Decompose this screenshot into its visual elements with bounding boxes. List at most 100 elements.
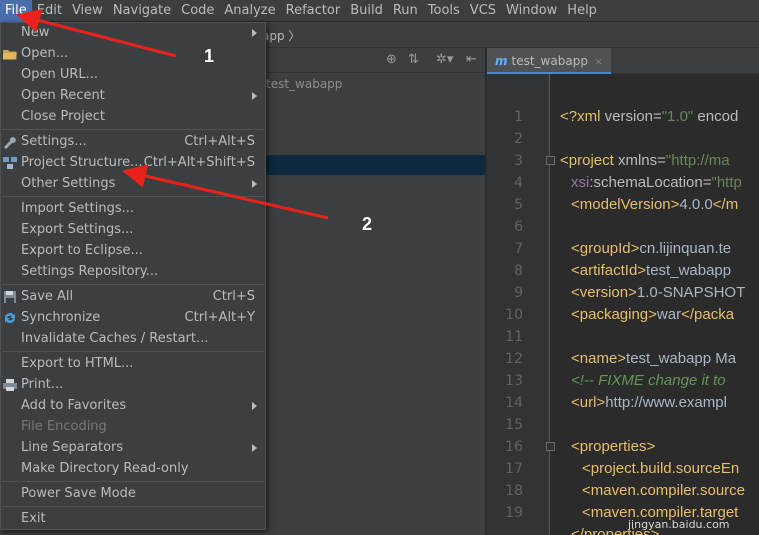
menu-item-new[interactable]: New bbox=[1, 23, 265, 44]
fold-marker[interactable] bbox=[546, 442, 555, 451]
fold-marker[interactable] bbox=[546, 156, 555, 165]
menu-vcs[interactable]: VCS bbox=[465, 0, 501, 22]
menu-shortcut: Ctrl+Alt+S bbox=[184, 134, 255, 149]
gear-icon[interactable]: ✲▾ bbox=[436, 52, 453, 67]
menu-item-project-structure[interactable]: Project Structure... Ctrl+Alt+Shift+S bbox=[1, 153, 265, 174]
annotation-number-2: 2 bbox=[362, 214, 373, 234]
breadcrumb[interactable]: app 〉 bbox=[262, 27, 300, 44]
line-number: 6 bbox=[514, 219, 523, 235]
folder-icon bbox=[3, 50, 17, 60]
line-number: 18 bbox=[505, 483, 523, 499]
code-line: <properties> bbox=[571, 438, 656, 455]
menu-bar: File Edit View Navigate Code Analyze Ref… bbox=[0, 0, 759, 22]
menu-separator bbox=[2, 481, 264, 482]
menu-item-label: Project Structure... bbox=[21, 155, 143, 170]
menu-shortcut: Ctrl+Alt+Y bbox=[184, 310, 255, 325]
menu-item-synchronize[interactable]: Synchronize Ctrl+Alt+Y bbox=[1, 308, 265, 329]
line-number: 14 bbox=[505, 395, 523, 411]
menu-item-save-all[interactable]: Save All Ctrl+S bbox=[1, 287, 265, 308]
menu-item-open[interactable]: Open... bbox=[1, 44, 265, 65]
menu-item-settings[interactable]: Settings... Ctrl+Alt+S bbox=[1, 132, 265, 153]
menu-item-power-save-mode[interactable]: Power Save Mode bbox=[1, 484, 265, 505]
code-line: <url>http://www.exampl bbox=[571, 394, 727, 411]
menu-item-add-to-favorites[interactable]: Add to Favorites bbox=[1, 396, 265, 417]
code-line: <maven.compiler.source bbox=[582, 482, 745, 499]
menu-item-make-directory-read-only[interactable]: Make Directory Read-only bbox=[1, 459, 265, 480]
menu-item-label: Export Settings... bbox=[21, 222, 134, 237]
menu-navigate[interactable]: Navigate bbox=[108, 0, 176, 22]
line-number: 1 bbox=[514, 109, 523, 125]
annotation-number-1: 1 bbox=[204, 46, 215, 66]
menu-item-label: Save All bbox=[21, 289, 74, 304]
menu-item-other-settings[interactable]: Other Settings bbox=[1, 174, 265, 195]
print-icon bbox=[3, 379, 17, 391]
menu-item-label: Print... bbox=[21, 377, 64, 392]
menu-item-line-separators[interactable]: Line Separators bbox=[1, 438, 265, 459]
menu-item-export-to-html[interactable]: Export to HTML... bbox=[1, 354, 265, 375]
menu-help[interactable]: Help bbox=[562, 0, 602, 22]
wrench-icon bbox=[4, 137, 16, 149]
line-number: 3 bbox=[514, 153, 523, 169]
menu-item-label: Close Project bbox=[21, 109, 106, 124]
code-line: <name>test_wabapp Ma bbox=[571, 350, 737, 367]
line-number: 19 bbox=[505, 505, 523, 521]
hide-panel-icon[interactable]: ⇤ bbox=[466, 52, 477, 67]
line-number: 9 bbox=[514, 285, 523, 301]
editor-tab-test-wabapp[interactable]: m test_wabapp × bbox=[487, 48, 611, 74]
menu-refactor[interactable]: Refactor bbox=[281, 0, 346, 22]
menu-item-label: Open URL... bbox=[21, 67, 99, 82]
menu-item-export-settings[interactable]: Export Settings... bbox=[1, 220, 265, 241]
menu-item-label: Invalidate Caches / Restart... bbox=[21, 331, 209, 346]
submenu-arrow-icon bbox=[252, 402, 257, 410]
menu-item-open-url[interactable]: Open URL... bbox=[1, 65, 265, 86]
line-number: 17 bbox=[505, 461, 523, 477]
menu-item-export-to-eclipse[interactable]: Export to Eclipse... bbox=[1, 241, 265, 262]
editor-tab-label: test_wabapp bbox=[511, 54, 588, 68]
menu-separator bbox=[2, 506, 264, 507]
close-icon[interactable]: × bbox=[594, 55, 603, 68]
menu-item-label: Line Separators bbox=[21, 440, 124, 455]
menu-item-settings-repository[interactable]: Settings Repository... bbox=[1, 262, 265, 283]
menu-view[interactable]: View bbox=[67, 0, 108, 22]
menu-item-label: Settings... bbox=[21, 134, 87, 149]
menu-item-exit[interactable]: Exit bbox=[1, 509, 265, 530]
menu-file[interactable]: File bbox=[0, 0, 32, 22]
menu-analyze[interactable]: Analyze bbox=[219, 0, 280, 22]
menu-shortcut: Ctrl+Alt+Shift+S bbox=[143, 155, 255, 170]
menu-window[interactable]: Window bbox=[501, 0, 562, 22]
submenu-arrow-icon bbox=[252, 92, 257, 100]
collapse-icon[interactable]: ⇅ bbox=[408, 52, 419, 67]
menu-item-label: Exit bbox=[21, 511, 46, 526]
menu-item-label: Synchronize bbox=[21, 310, 101, 325]
menu-item-open-recent[interactable]: Open Recent bbox=[1, 86, 265, 107]
menu-item-invalidate-caches[interactable]: Invalidate Caches / Restart... bbox=[1, 329, 265, 350]
menu-item-print[interactable]: Print... bbox=[1, 375, 265, 396]
menu-tools[interactable]: Tools bbox=[423, 0, 465, 22]
menu-run[interactable]: Run bbox=[388, 0, 423, 22]
code-line: <project xmlns="http://ma bbox=[560, 152, 730, 169]
menu-edit[interactable]: Edit bbox=[32, 0, 67, 22]
locate-icon[interactable]: ⊕ bbox=[386, 52, 397, 67]
file-menu-dropdown: New Open... Open URL... Open Recent Clos… bbox=[0, 22, 266, 530]
line-number: 13 bbox=[505, 373, 523, 389]
menu-item-file-encoding: File Encoding bbox=[1, 417, 265, 438]
project-tree-root[interactable]: test_wabapp bbox=[266, 77, 342, 91]
line-number: 12 bbox=[505, 351, 523, 367]
menu-separator bbox=[2, 129, 264, 130]
menu-item-label: Import Settings... bbox=[21, 201, 134, 216]
menu-item-label: Make Directory Read-only bbox=[21, 461, 189, 476]
line-number: 10 bbox=[505, 307, 523, 323]
editor-tab-bar: m test_wabapp × bbox=[487, 48, 759, 74]
code-line: <?xml version="1.0" encod bbox=[560, 108, 739, 125]
menu-item-import-settings[interactable]: Import Settings... bbox=[1, 199, 265, 220]
menu-code[interactable]: Code bbox=[176, 0, 219, 22]
menu-build[interactable]: Build bbox=[345, 0, 388, 22]
menu-item-label: Settings Repository... bbox=[21, 264, 159, 279]
submenu-arrow-icon bbox=[252, 29, 257, 37]
line-number: 7 bbox=[514, 241, 523, 257]
line-number: 4 bbox=[514, 175, 523, 191]
line-number: 5 bbox=[514, 197, 523, 213]
maven-icon: m bbox=[495, 54, 508, 68]
watermark: jingyan.baidu.com bbox=[628, 518, 730, 531]
menu-item-close-project[interactable]: Close Project bbox=[1, 107, 265, 128]
